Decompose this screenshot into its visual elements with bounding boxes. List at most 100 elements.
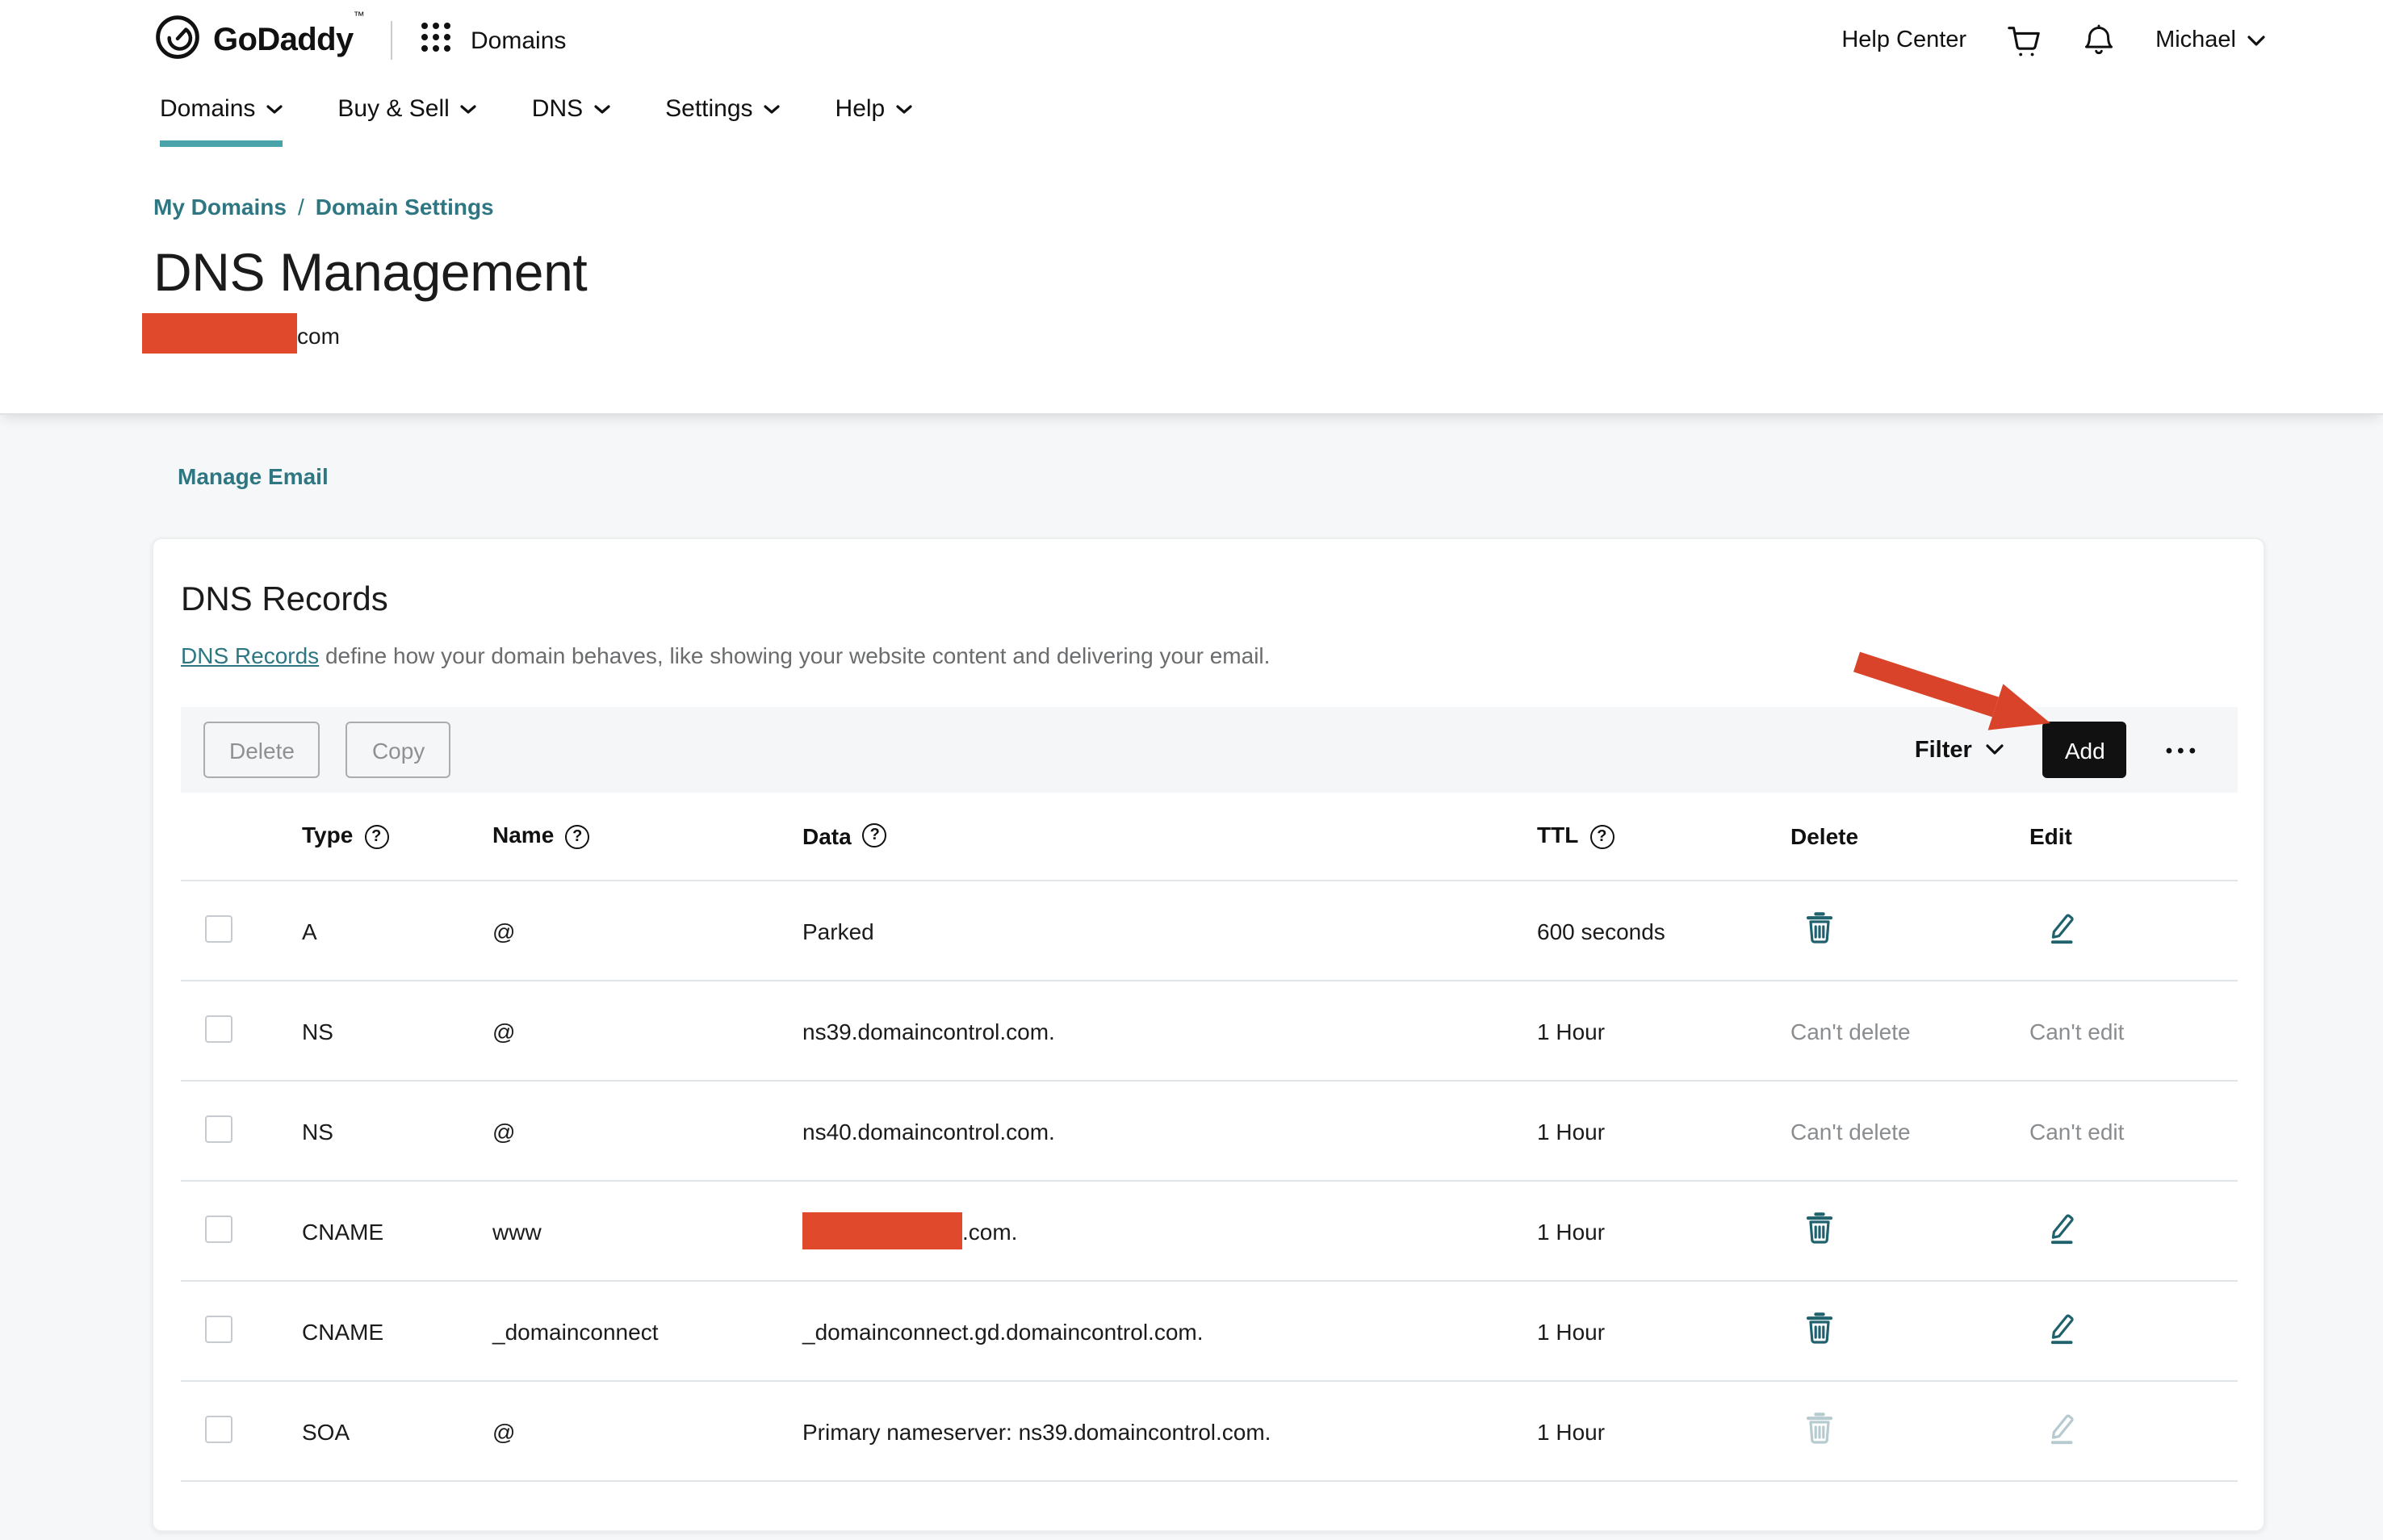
cell-name: _domainconnect bbox=[492, 1318, 802, 1344]
chevron-down-icon bbox=[896, 104, 912, 114]
cell-ttl: 600 seconds bbox=[1537, 918, 1790, 944]
masthead: GoDaddy™ Domains Help Center bbox=[0, 0, 2383, 415]
cart-icon[interactable] bbox=[2005, 22, 2042, 59]
name-help-icon[interactable]: ? bbox=[565, 825, 589, 849]
type-help-icon[interactable]: ? bbox=[364, 825, 388, 849]
table-row-cname-domainconnect: CNAME _domainconnect _domainconnect.gd.d… bbox=[181, 1282, 2238, 1382]
tab-label: Domains bbox=[160, 95, 255, 123]
records-toolbar: Delete Copy Filter Add ••• bbox=[181, 707, 2238, 793]
column-header-data: Data? bbox=[802, 823, 1537, 849]
table-row-ns-record: NS @ ns40.domaincontrol.com. 1 Hour Can'… bbox=[181, 1082, 2238, 1182]
data-redaction-box bbox=[802, 1212, 962, 1249]
row-checkbox[interactable] bbox=[205, 1215, 232, 1242]
tab-help[interactable]: Help bbox=[836, 74, 913, 147]
trash-icon[interactable] bbox=[1805, 1312, 1834, 1345]
chevron-down-icon bbox=[764, 104, 781, 114]
user-menu[interactable]: Michael bbox=[2155, 27, 2265, 53]
cell-type: CNAME bbox=[302, 1318, 492, 1344]
manage-email-link[interactable]: Manage Email bbox=[178, 463, 329, 489]
row-checkbox[interactable] bbox=[205, 1415, 232, 1442]
cell-type: A bbox=[302, 918, 492, 944]
godaddy-brand[interactable]: GoDaddy™ bbox=[153, 12, 364, 69]
chevron-down-icon bbox=[594, 104, 610, 114]
row-checkbox[interactable] bbox=[205, 914, 232, 942]
tab-label: Settings bbox=[665, 95, 752, 123]
cell-type: NS bbox=[302, 1018, 492, 1044]
cell-ttl: 1 Hour bbox=[1537, 1418, 1790, 1444]
topbar-divider bbox=[390, 21, 392, 60]
cell-data: ns40.domaincontrol.com. bbox=[802, 1118, 1537, 1144]
delete-button[interactable]: Delete bbox=[203, 722, 320, 778]
cell-type: CNAME bbox=[302, 1218, 492, 1244]
trash-icon-disabled bbox=[1805, 1412, 1834, 1445]
chevron-down-icon bbox=[266, 104, 283, 114]
primary-nav: Domains Buy & Sell DNS Settings Help bbox=[0, 74, 2383, 147]
row-checkbox[interactable] bbox=[205, 1015, 232, 1042]
table-row-ns-record: NS @ ns39.domaincontrol.com. 1 Hour Can'… bbox=[181, 981, 2238, 1082]
tab-buy-and-sell[interactable]: Buy & Sell bbox=[337, 74, 476, 147]
trash-icon[interactable] bbox=[1805, 1212, 1834, 1245]
topbar: GoDaddy™ Domains Help Center bbox=[0, 0, 2383, 74]
tab-domains[interactable]: Domains bbox=[160, 74, 283, 147]
cell-name: @ bbox=[492, 1118, 802, 1144]
cell-data-suffix: .com. bbox=[962, 1218, 1017, 1244]
cell-type: NS bbox=[302, 1118, 492, 1144]
chevron-down-icon bbox=[1987, 744, 2004, 755]
table-row-a-record: A @ Parked 600 seconds bbox=[181, 881, 2238, 981]
cell-data: .com. bbox=[802, 1212, 1537, 1249]
cant-delete-label: Can't delete bbox=[1790, 1018, 2029, 1044]
edit-pencil-icon[interactable] bbox=[2047, 912, 2076, 944]
card-description: DNS Records define how your domain behav… bbox=[181, 642, 2236, 668]
cell-ttl: 1 Hour bbox=[1537, 1118, 1790, 1144]
tab-label: Buy & Sell bbox=[337, 95, 449, 123]
app-switcher-label: Domains bbox=[471, 27, 566, 54]
cell-name: @ bbox=[492, 1018, 802, 1044]
breadcrumb-domain-settings[interactable]: Domain Settings bbox=[316, 194, 494, 220]
table-row-cname-www: CNAME www .com. 1 Hour bbox=[181, 1182, 2238, 1282]
cell-name: @ bbox=[492, 918, 802, 944]
card-title: DNS Records bbox=[153, 539, 2264, 620]
column-header-type: Type? bbox=[302, 822, 492, 851]
tab-label: DNS bbox=[532, 95, 583, 123]
cell-data: ns39.domaincontrol.com. bbox=[802, 1018, 1537, 1044]
add-button[interactable]: Add bbox=[2043, 722, 2127, 778]
cell-data: Primary nameserver: ns39.domaincontrol.c… bbox=[802, 1418, 1537, 1444]
trash-icon[interactable] bbox=[1805, 912, 1834, 944]
filter-dropdown[interactable]: Filter bbox=[1915, 737, 2004, 763]
help-center-link[interactable]: Help Center bbox=[1841, 27, 1966, 53]
notifications-bell-icon[interactable] bbox=[2081, 22, 2117, 59]
breadcrumb-my-domains[interactable]: My Domains bbox=[153, 194, 287, 220]
cell-type: SOA bbox=[302, 1418, 492, 1444]
cell-data: _domainconnect.gd.domaincontrol.com. bbox=[802, 1318, 1537, 1344]
app-switcher[interactable]: Domains bbox=[417, 19, 566, 62]
godaddy-logo-icon bbox=[153, 12, 202, 69]
cell-name: www bbox=[492, 1218, 802, 1244]
cant-delete-label: Can't delete bbox=[1790, 1118, 2029, 1144]
dns-records-link[interactable]: DNS Records bbox=[181, 642, 319, 668]
domain-line: com bbox=[0, 313, 2383, 354]
cell-name: @ bbox=[492, 1418, 802, 1444]
godaddy-dns-page: GoDaddy™ Domains Help Center bbox=[0, 0, 2383, 1540]
filter-label: Filter bbox=[1915, 737, 1972, 763]
copy-button[interactable]: Copy bbox=[346, 722, 450, 778]
chevron-down-icon bbox=[461, 104, 477, 114]
domain-redaction-box bbox=[142, 313, 297, 354]
edit-pencil-icon[interactable] bbox=[2047, 1312, 2076, 1345]
cell-data: Parked bbox=[802, 918, 1537, 944]
table-row-soa-record: SOA @ Primary nameserver: ns39.domaincon… bbox=[181, 1382, 2238, 1482]
row-checkbox[interactable] bbox=[205, 1115, 232, 1142]
data-help-icon[interactable]: ? bbox=[863, 822, 887, 847]
cell-ttl: 1 Hour bbox=[1537, 1018, 1790, 1044]
chevron-down-icon bbox=[2247, 35, 2265, 46]
ttl-help-icon[interactable]: ? bbox=[1589, 825, 1614, 849]
cant-edit-label: Can't edit bbox=[2029, 1118, 2241, 1144]
dns-records-table: Type? Name? Data? TTL? Delete Edit A @ P… bbox=[181, 793, 2238, 1482]
tab-settings[interactable]: Settings bbox=[665, 74, 780, 147]
edit-pencil-icon[interactable] bbox=[2047, 1212, 2076, 1245]
row-checkbox[interactable] bbox=[205, 1315, 232, 1342]
trademark: ™ bbox=[354, 10, 364, 22]
edit-pencil-icon-disabled bbox=[2047, 1412, 2076, 1445]
main-section: Manage Email DNS Records DNS Records def… bbox=[0, 415, 2383, 1540]
more-options-button[interactable]: ••• bbox=[2166, 739, 2201, 761]
tab-dns[interactable]: DNS bbox=[532, 74, 610, 147]
